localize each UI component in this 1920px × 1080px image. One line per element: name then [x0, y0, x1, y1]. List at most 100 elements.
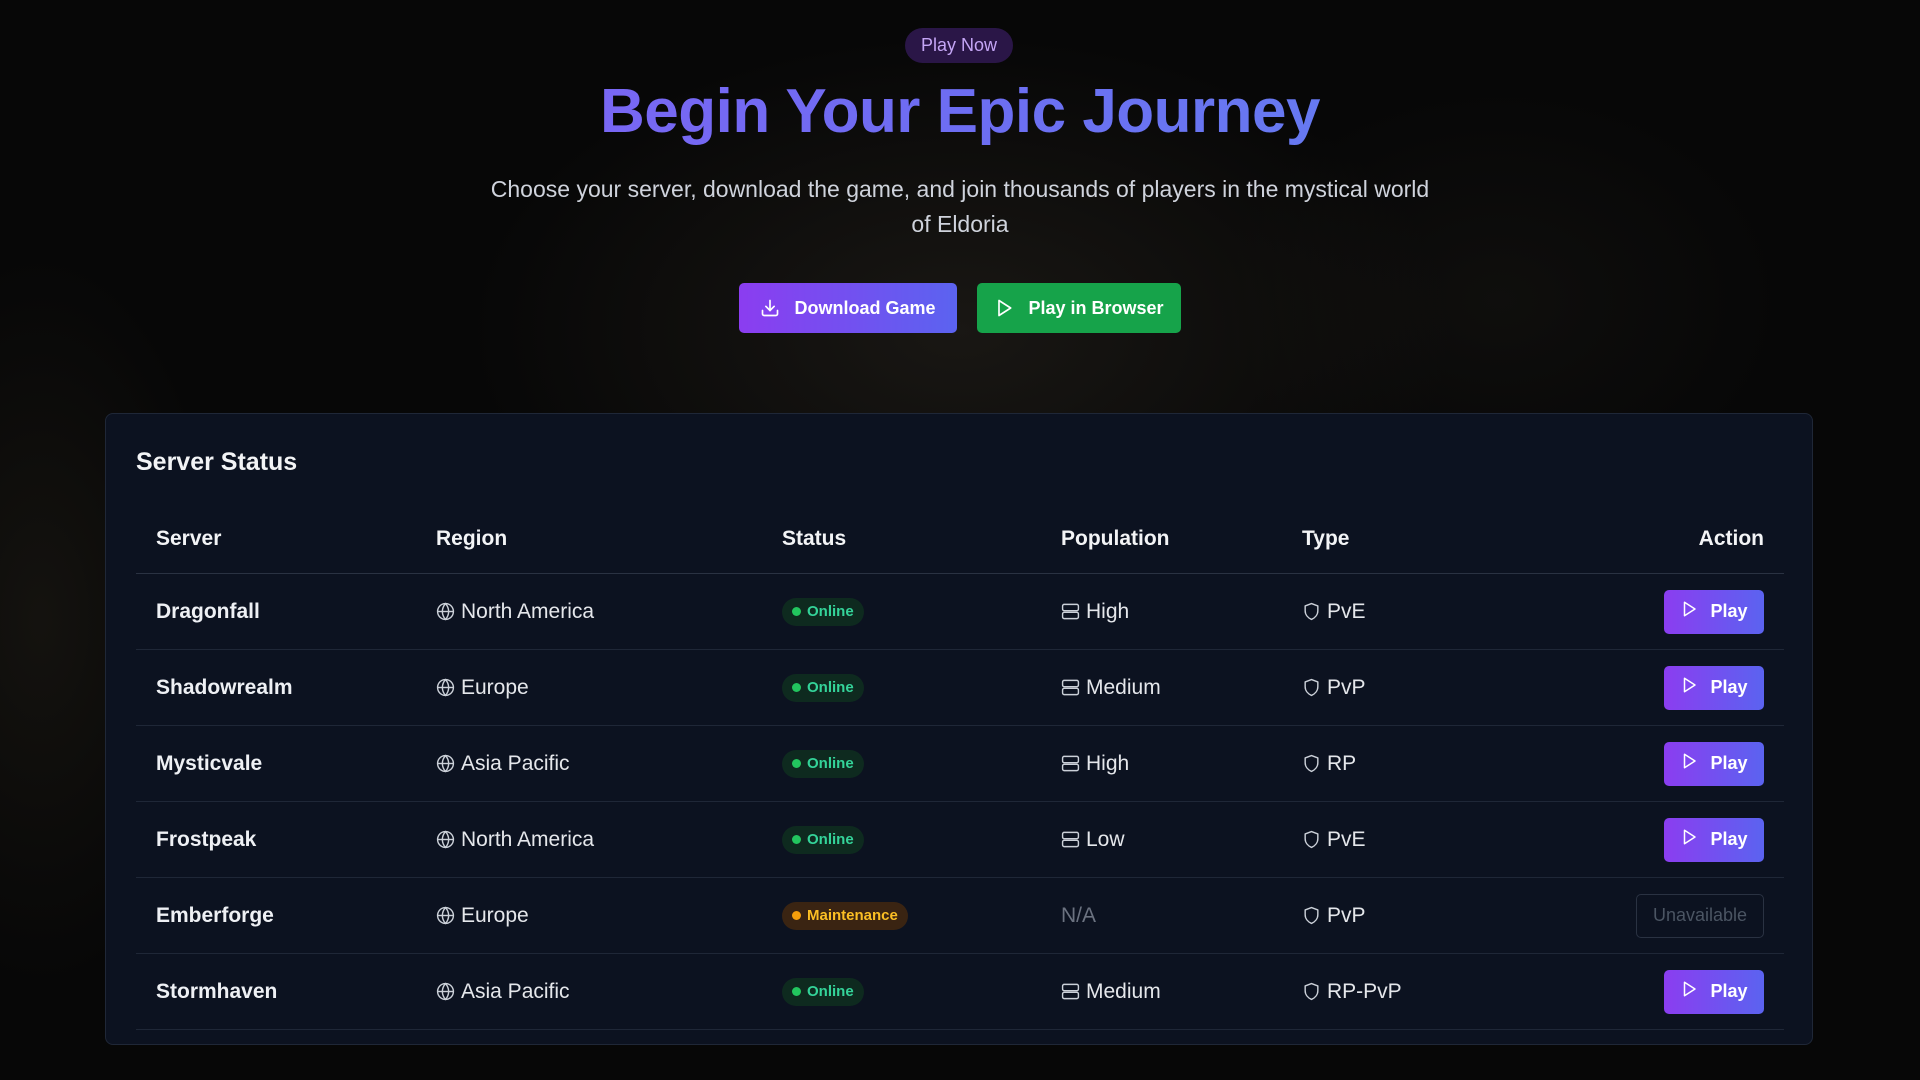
server-table: Server Region Status Population Type Act…	[136, 504, 1784, 1030]
population-label: Low	[1086, 827, 1125, 851]
status-badge: Online	[782, 673, 864, 702]
status-dot-icon	[792, 987, 801, 996]
status-badge: Online	[782, 977, 864, 1006]
table-row: Dragonfall North America Online High PvE Play	[136, 574, 1784, 650]
play-now-badge: Play Now	[905, 28, 1013, 63]
region-label: Asia Pacific	[461, 751, 570, 775]
server-status: Online	[782, 802, 864, 877]
column-header-type: Type	[1302, 526, 1350, 550]
globe-icon	[436, 830, 455, 849]
server-action: Play	[1664, 574, 1764, 649]
server-icon	[1061, 678, 1080, 697]
status-label: Maintenance	[807, 907, 898, 924]
server-icon	[1061, 982, 1080, 1001]
hero-subtitle: Choose your server, download the game, a…	[490, 176, 1430, 237]
column-header-region: Region	[436, 526, 508, 550]
server-type: PvP	[1302, 878, 1366, 953]
download-game-button[interactable]: Download Game	[739, 283, 957, 333]
type-label: PvE	[1327, 827, 1366, 851]
play-icon	[994, 298, 1014, 318]
play-label: Play	[1710, 677, 1748, 697]
region-label: Europe	[461, 675, 529, 699]
type-label: PvP	[1327, 903, 1366, 927]
status-badge: Online	[782, 597, 864, 626]
server-status-title: Server Status	[136, 448, 298, 476]
status-label: Online	[807, 679, 854, 696]
status-dot-icon	[792, 759, 801, 768]
play-in-browser-button[interactable]: Play in Browser	[977, 283, 1181, 333]
globe-icon	[436, 906, 455, 925]
status-badge: Online	[782, 749, 864, 778]
play-in-browser-label: Play in Browser	[1028, 297, 1164, 318]
unavailable-button: Unavailable	[1636, 893, 1764, 938]
server-population: Low	[1061, 802, 1125, 877]
server-region: Europe	[436, 650, 529, 725]
play-button[interactable]: Play	[1664, 741, 1764, 786]
server-status-card: Server Status Server Region Status Popul…	[105, 413, 1813, 1045]
status-badge: Maintenance	[782, 901, 908, 930]
shield-icon	[1302, 602, 1321, 621]
globe-icon	[436, 678, 455, 697]
play-label: Play	[1710, 981, 1748, 1001]
server-action: Play	[1664, 802, 1764, 877]
server-name: Frostpeak	[156, 827, 257, 851]
table-row: Stormhaven Asia Pacific Online Medium RP-PvP…	[136, 954, 1784, 1030]
server-action: Play	[1664, 954, 1764, 1029]
globe-icon	[436, 982, 455, 1001]
population-label: Medium	[1086, 675, 1161, 699]
population-label: N/A	[1061, 903, 1097, 927]
status-label: Online	[807, 755, 854, 772]
table-row: Mysticvale Asia Pacific Online High RP Play	[136, 726, 1784, 802]
server-status: Online	[782, 726, 864, 801]
play-label: Play	[1710, 753, 1748, 773]
table-row: Frostpeak North America Online Low PvE Play	[136, 802, 1784, 878]
table-body: Dragonfall North America Online High PvE Play…	[136, 574, 1784, 1030]
server-name: Shadowrealm	[156, 675, 293, 699]
table-row: Emberforge Europe Maintenance N/A PvP Unavail…	[136, 878, 1784, 954]
server-icon	[1061, 754, 1080, 773]
column-header-server: Server	[156, 526, 222, 550]
server-population: N/A	[1061, 878, 1096, 953]
play-button[interactable]: Play	[1664, 589, 1764, 634]
play-icon	[1680, 828, 1698, 851]
download-game-label: Download Game	[794, 297, 936, 318]
page-title: Begin Your Epic Journey	[0, 72, 1920, 152]
type-label: RP-PvP	[1327, 979, 1402, 1003]
server-population: High	[1061, 574, 1129, 649]
status-label: Online	[807, 603, 854, 620]
column-header-action: Action	[1698, 526, 1764, 550]
type-label: RP	[1327, 751, 1357, 775]
server-population: Medium	[1061, 954, 1161, 1029]
shield-icon	[1302, 830, 1321, 849]
play-button[interactable]: Play	[1664, 969, 1764, 1014]
server-name: Dragonfall	[156, 599, 260, 623]
server-region: Asia Pacific	[436, 726, 570, 801]
play-button[interactable]: Play	[1664, 665, 1764, 710]
status-dot-icon	[792, 607, 801, 616]
status-label: Online	[807, 831, 854, 848]
column-header-population: Population	[1061, 526, 1170, 550]
shield-icon	[1302, 982, 1321, 1001]
region-label: North America	[461, 827, 595, 851]
server-action: Play	[1664, 650, 1764, 725]
status-dot-icon	[792, 683, 801, 692]
server-region: Europe	[436, 878, 529, 953]
play-icon	[1680, 600, 1698, 623]
play-label: Play	[1710, 829, 1748, 849]
table-header: Server Region Status Population Type Act…	[136, 504, 1784, 574]
server-action: Unavailable	[1636, 878, 1764, 953]
region-label: Asia Pacific	[461, 979, 570, 1003]
population-label: High	[1086, 751, 1130, 775]
region-label: Europe	[461, 903, 529, 927]
server-region: North America	[436, 574, 594, 649]
region-label: North America	[461, 599, 595, 623]
server-name: Emberforge	[156, 903, 274, 927]
server-type: PvP	[1302, 650, 1366, 725]
globe-icon	[436, 602, 455, 621]
play-button[interactable]: Play	[1664, 817, 1764, 862]
table-row: Shadowrealm Europe Online Medium PvP Play	[136, 650, 1784, 726]
server-population: High	[1061, 726, 1129, 801]
status-dot-icon	[792, 911, 801, 920]
server-type: PvE	[1302, 574, 1366, 649]
play-icon	[1680, 676, 1698, 699]
